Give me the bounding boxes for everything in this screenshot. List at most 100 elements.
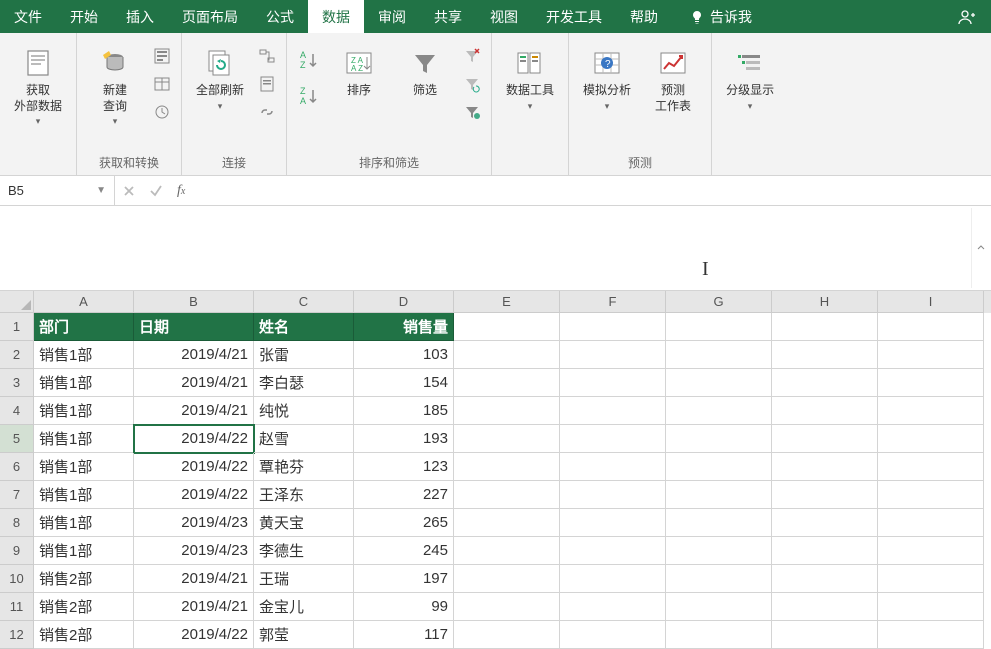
data-cell[interactable]: 2019/4/21 [134, 341, 254, 369]
empty-cell[interactable] [454, 481, 560, 509]
tab-developer[interactable]: 开发工具 [532, 0, 616, 33]
tab-insert[interactable]: 插入 [112, 0, 168, 33]
empty-cell[interactable] [666, 565, 772, 593]
row-header[interactable]: 8 [0, 509, 34, 537]
data-cell[interactable]: 2019/4/21 [134, 369, 254, 397]
empty-cell[interactable] [454, 593, 560, 621]
column-header[interactable]: B [134, 291, 254, 313]
refresh-all-button[interactable]: 全部刷新 ▾ [190, 43, 250, 116]
tab-file[interactable]: 文件 [0, 0, 56, 33]
empty-cell[interactable] [878, 425, 984, 453]
data-cell[interactable]: 2019/4/23 [134, 537, 254, 565]
column-header[interactable]: H [772, 291, 878, 313]
row-header[interactable]: 2 [0, 341, 34, 369]
filter-button[interactable]: 筛选 [395, 43, 455, 103]
tab-tellme[interactable]: 告诉我 [676, 0, 766, 33]
empty-cell[interactable] [772, 621, 878, 649]
get-external-data-button[interactable]: 获取 外部数据 ▾ [8, 43, 68, 131]
column-header[interactable]: D [354, 291, 454, 313]
edit-links-button[interactable] [256, 101, 278, 123]
name-box[interactable]: B5 ▼ [0, 176, 115, 205]
data-cell[interactable]: 227 [354, 481, 454, 509]
data-cell[interactable]: 154 [354, 369, 454, 397]
column-header[interactable]: F [560, 291, 666, 313]
empty-cell[interactable] [772, 537, 878, 565]
select-all-cell[interactable] [0, 291, 34, 313]
empty-cell[interactable] [772, 313, 878, 341]
empty-cell[interactable] [878, 509, 984, 537]
column-header[interactable]: I [878, 291, 984, 313]
empty-cell[interactable] [454, 453, 560, 481]
empty-cell[interactable] [454, 425, 560, 453]
empty-cell[interactable] [454, 369, 560, 397]
empty-cell[interactable] [560, 481, 666, 509]
column-header[interactable]: G [666, 291, 772, 313]
tab-data[interactable]: 数据 [308, 0, 364, 33]
data-cell[interactable]: 123 [354, 453, 454, 481]
empty-cell[interactable] [878, 369, 984, 397]
insert-function-button[interactable]: fx [177, 183, 185, 199]
empty-cell[interactable] [560, 369, 666, 397]
new-query-button[interactable]: 新建 查询 ▾ [85, 43, 145, 131]
tab-formula[interactable]: 公式 [252, 0, 308, 33]
data-cell[interactable]: 193 [354, 425, 454, 453]
empty-cell[interactable] [560, 509, 666, 537]
empty-cell[interactable] [878, 593, 984, 621]
column-header[interactable]: A [34, 291, 134, 313]
data-cell[interactable]: 2019/4/21 [134, 397, 254, 425]
forecast-sheet-button[interactable]: 预测 工作表 [643, 43, 703, 118]
data-cell[interactable]: 销售1部 [34, 537, 134, 565]
tab-page-layout[interactable]: 页面布局 [168, 0, 252, 33]
empty-cell[interactable] [560, 565, 666, 593]
empty-cell[interactable] [666, 593, 772, 621]
row-header[interactable]: 1 [0, 313, 34, 341]
empty-cell[interactable] [560, 621, 666, 649]
empty-cell[interactable] [772, 341, 878, 369]
data-cell[interactable]: 销售1部 [34, 341, 134, 369]
data-cell[interactable]: 郭莹 [254, 621, 354, 649]
empty-cell[interactable] [666, 509, 772, 537]
row-header[interactable]: 3 [0, 369, 34, 397]
empty-cell[interactable] [666, 369, 772, 397]
empty-cell[interactable] [454, 621, 560, 649]
tab-share[interactable]: 共享 [420, 0, 476, 33]
data-cell[interactable]: 2019/4/22 [134, 453, 254, 481]
empty-cell[interactable] [454, 537, 560, 565]
empty-cell[interactable] [560, 341, 666, 369]
data-cell[interactable]: 2019/4/22 [134, 481, 254, 509]
empty-cell[interactable] [560, 313, 666, 341]
advanced-filter-button[interactable] [461, 101, 483, 123]
row-header[interactable]: 5 [0, 425, 34, 453]
properties-button[interactable] [256, 73, 278, 95]
whatif-button[interactable]: ? 模拟分析 ▾ [577, 43, 637, 116]
sort-button[interactable]: Z AA Z 排序 [329, 43, 389, 103]
data-cell[interactable]: 销售2部 [34, 621, 134, 649]
empty-cell[interactable] [878, 565, 984, 593]
outline-button[interactable]: 分级显示 ▾ [720, 43, 780, 116]
reapply-filter-button[interactable] [461, 73, 483, 95]
data-cell[interactable]: 销售2部 [34, 593, 134, 621]
formula-bar-collapse-handle[interactable] [971, 208, 989, 288]
header-cell[interactable]: 销售量 [354, 313, 454, 341]
data-cell[interactable]: 销售1部 [34, 369, 134, 397]
empty-cell[interactable] [454, 565, 560, 593]
empty-cell[interactable] [454, 341, 560, 369]
empty-cell[interactable] [878, 537, 984, 565]
data-cell[interactable]: 197 [354, 565, 454, 593]
column-header[interactable]: C [254, 291, 354, 313]
data-cell[interactable]: 金宝儿 [254, 593, 354, 621]
data-cell[interactable]: 纯悦 [254, 397, 354, 425]
account-icon[interactable] [943, 0, 991, 33]
empty-cell[interactable] [772, 509, 878, 537]
row-header[interactable]: 11 [0, 593, 34, 621]
tab-view[interactable]: 视图 [476, 0, 532, 33]
clear-filter-button[interactable] [461, 45, 483, 67]
data-cell[interactable]: 2019/4/22 [134, 621, 254, 649]
cancel-formula-icon[interactable] [123, 185, 135, 197]
header-cell[interactable]: 姓名 [254, 313, 354, 341]
name-box-dropdown-icon[interactable]: ▼ [96, 185, 106, 196]
empty-cell[interactable] [666, 341, 772, 369]
connections-button[interactable] [256, 45, 278, 67]
empty-cell[interactable] [772, 425, 878, 453]
recent-sources-button[interactable] [151, 101, 173, 123]
